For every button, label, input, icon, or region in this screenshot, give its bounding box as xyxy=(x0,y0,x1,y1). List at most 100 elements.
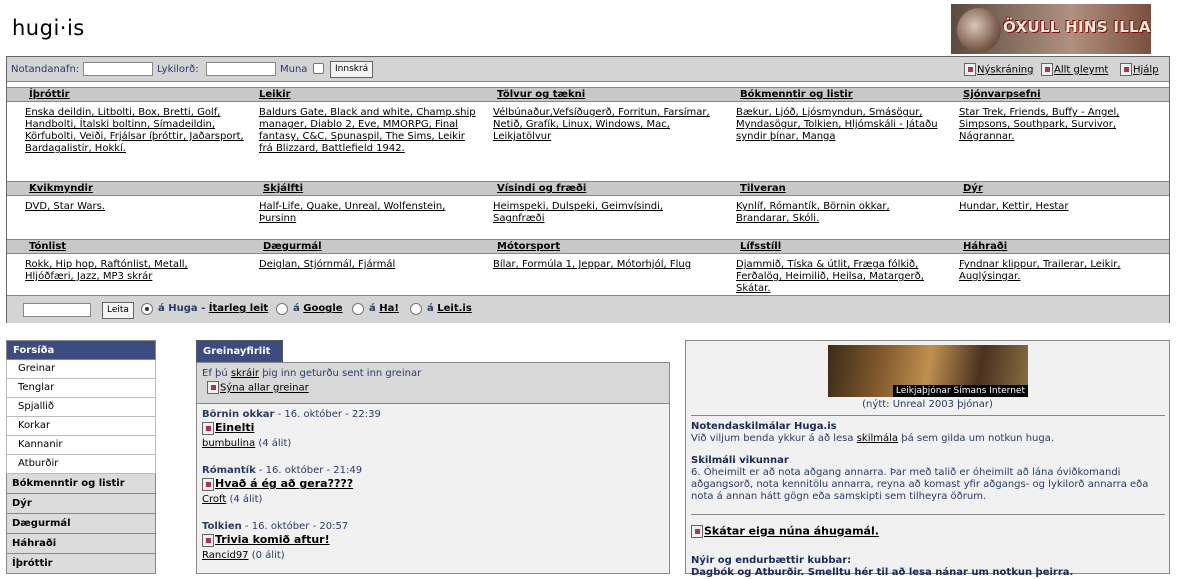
password-input[interactable] xyxy=(206,62,276,76)
article-title-link[interactable]: Einelti xyxy=(202,421,381,435)
banner-ad[interactable]: ÖXULL HINS ILLA xyxy=(951,4,1151,54)
article-icon xyxy=(202,421,214,435)
cat-links-hahradi[interactable]: Fyndnar klippur, Trailerar, Leikir, Augl… xyxy=(959,259,1164,283)
banner-face-image xyxy=(957,8,1001,52)
terms-link[interactable]: skilmála xyxy=(857,433,898,444)
blocks-text: Dagbók og Atburðir. Smelltu hér til að l… xyxy=(691,567,1074,578)
forgot-link[interactable]: Allt gleymt xyxy=(1041,63,1108,76)
cat-links-tilveran[interactable]: Kynlíf, Rómantík, Börnin okkar, Brandara… xyxy=(736,201,921,225)
sidebar-section-hahradi[interactable]: Háhraði xyxy=(6,534,156,554)
help-link[interactable]: Hjálp xyxy=(1120,63,1159,76)
cat-head-hahradi[interactable]: Háhraði xyxy=(963,241,1007,252)
register-link[interactable]: Nýskráning xyxy=(964,63,1033,76)
article-byline: Rancid97 (0 álit) xyxy=(202,549,285,561)
sidebar-section-bokmenntir[interactable]: Bókmenntir og listir xyxy=(6,474,156,494)
article-title-link[interactable]: Hvað á ég að gera???? xyxy=(202,477,362,491)
cat-head-tilveran[interactable]: Tilveran xyxy=(740,183,786,194)
cat-head-tonlist[interactable]: Tónlist xyxy=(29,241,66,252)
search-bar: Leita á Huga - Ítarleg leit á Google á H… xyxy=(7,295,1169,323)
sidebar-item-spjallid[interactable]: Spjallið xyxy=(6,398,156,417)
remember-label: Muna xyxy=(280,64,308,75)
article-author-link[interactable]: Croft xyxy=(202,494,226,505)
cat-links-tonlist[interactable]: Rokk, Hip hop, Raftónlist, Metall, Hljóð… xyxy=(25,259,225,283)
articles-panel: Ef þú skráir þig inn geturðu sent inn gr… xyxy=(196,362,670,574)
terms-title: Notendaskilmálar Huga.is xyxy=(691,421,837,432)
search-radio-huga[interactable] xyxy=(141,303,153,315)
news-icon xyxy=(691,525,703,538)
sidebar-section-daegurmal[interactable]: Dægurmál xyxy=(6,514,156,534)
sidebar-section-dyr[interactable]: Dýr xyxy=(6,494,156,514)
cat-links-motorsport[interactable]: Bílar, Formúla 1, Jeppar, Mótorhjól, Flu… xyxy=(493,259,723,271)
article-item: Tolkien - 16. október - 20:57 Trivia kom… xyxy=(202,521,348,561)
show-all-articles-link[interactable]: Sýna allar greinar xyxy=(207,381,664,396)
advanced-search-link[interactable]: Ítarleg leit xyxy=(209,303,268,314)
terms-block: Notendaskilmálar Huga.is Við viljum bend… xyxy=(691,421,1055,444)
cat-head-bokmenntir[interactable]: Bókmenntir og listir xyxy=(740,89,853,100)
cat-head-dyr[interactable]: Dýr xyxy=(963,183,983,194)
article-byline: Croft (4 álit) xyxy=(202,493,263,505)
cat-links-tolvur[interactable]: Vélbúnaður,Vefsíðugerð, Forritun, Farsím… xyxy=(493,107,723,143)
divider xyxy=(691,415,1165,416)
scouts-news-link[interactable]: Skátar eiga núna áhugamál. xyxy=(691,525,1161,538)
sidebar-item-korkar[interactable]: Korkar xyxy=(6,417,156,436)
sidebar-item-atburdir[interactable]: Atburðir xyxy=(6,455,156,474)
cat-links-kvikmyndir[interactable]: DVD, Star Wars. xyxy=(25,201,245,213)
cat-links-leikir[interactable]: Baldurs Gate, Black and white, Champ.shi… xyxy=(259,107,481,155)
cat-head-motorsport[interactable]: Mótorsport xyxy=(497,241,560,252)
search-radio-leitis[interactable] xyxy=(410,303,422,315)
sidebar-item-tenglar[interactable]: Tenglar xyxy=(6,379,156,398)
search-option-ha[interactable]: á Ha! xyxy=(369,303,399,314)
cat-links-sjonvarp[interactable]: Star Trek, Friends, Buffy - Angel, Simps… xyxy=(959,107,1164,143)
divider xyxy=(691,514,1165,515)
cat-links-dyr[interactable]: Hundar, Kettir, Hestar xyxy=(959,201,1164,213)
cat-links-visindi[interactable]: Heimspeki, Dulspeki, Geimvísindi, Sagnfr… xyxy=(493,201,683,225)
search-input[interactable] xyxy=(23,303,91,317)
search-option-google[interactable]: á Google xyxy=(293,303,343,314)
cat-head-visindi[interactable]: Vísindi og fræði xyxy=(497,183,586,194)
sidebar-item-greinar[interactable]: Greinar xyxy=(6,360,156,379)
cat-head-skjalfti[interactable]: Skjálfti xyxy=(263,183,303,194)
cat-links-skjalfti[interactable]: Half-Life, Quake, Unreal, Wolfenstein, Þ… xyxy=(259,201,481,225)
cat-links-ithrottir[interactable]: Enska deildin, Litbolti, Box, Bretti, Go… xyxy=(25,107,245,155)
cat-links-daegurmal[interactable]: Deiglan, Stjórnmál, Fjármál xyxy=(259,259,481,271)
cat-head-tolvur[interactable]: Tölvur og tækni xyxy=(497,89,585,100)
article-title-link[interactable]: Trivia komið aftur! xyxy=(202,533,348,547)
cat-links-bokmenntir[interactable]: Bækur, Ljóð, Ljósmyndun, Smásögur, Mynda… xyxy=(736,107,958,143)
cat-head-daegurmal[interactable]: Dægurmál xyxy=(263,241,322,252)
cat-head-ithrottir[interactable]: Íþróttir xyxy=(29,89,70,100)
search-option-huga[interactable]: á Huga - Ítarleg leit xyxy=(158,303,268,314)
search-option-leitis[interactable]: á Leit.is xyxy=(427,303,472,314)
article-icon xyxy=(202,477,214,491)
cat-links-lifsstill[interactable]: Djammið, Tíska & útlit, Fræga fólkið, Fe… xyxy=(736,259,951,295)
cat-head-kvikmyndir[interactable]: Kvikmyndir xyxy=(29,183,93,194)
sidebar-section-ithrottir[interactable]: Íþróttir xyxy=(6,554,156,574)
weekly-rule-title: Skilmáli vikunnar xyxy=(691,455,789,466)
search-radio-ha[interactable] xyxy=(352,303,364,315)
help-icon xyxy=(1120,63,1132,76)
category-header-row-3: Tónlist Dægurmál Mótorsport Lífsstíll Há… xyxy=(7,239,1169,254)
article-item: Rómantík - 16. október - 21:49 Hvað á ég… xyxy=(202,465,362,505)
blocks-title: Nýir og endurbættir kubbar: xyxy=(691,555,852,566)
password-label: Lykilorð: xyxy=(157,64,199,75)
articles-intro: Ef þú skráir þig inn geturðu sent inn gr… xyxy=(197,363,669,404)
article-author-link[interactable]: Rancid97 xyxy=(202,550,249,561)
site-logo[interactable]: hugi·is xyxy=(12,16,85,40)
article-author-link[interactable]: bumbulina xyxy=(202,438,255,449)
username-input[interactable] xyxy=(83,62,153,76)
sidebar-header-forsida[interactable]: Forsíða xyxy=(6,340,156,360)
article-icon xyxy=(202,533,214,547)
register-inline-link[interactable]: skráir xyxy=(231,368,259,379)
tab-greinayfirlit[interactable]: Greinayfirlit xyxy=(196,340,283,362)
articles-intro-text: Ef þú skráir þig inn geturðu sent inn gr… xyxy=(202,368,422,379)
game-servers-promo[interactable]: Leikjaþjónar Símans Internet xyxy=(828,345,1028,397)
login-button[interactable]: Innskrá xyxy=(330,61,374,78)
register-icon xyxy=(964,63,976,76)
search-button[interactable]: Leita xyxy=(102,302,134,319)
cat-head-sjonvarp[interactable]: Sjónvarpsefni xyxy=(963,89,1041,100)
cat-head-leikir[interactable]: Leikir xyxy=(259,89,291,100)
remember-checkbox[interactable] xyxy=(313,63,324,74)
search-radio-google[interactable] xyxy=(276,303,288,315)
sidebar-item-kannanir[interactable]: Kannanir xyxy=(6,436,156,455)
banner-text: ÖXULL HINS ILLA xyxy=(1003,18,1151,36)
cat-head-lifsstill[interactable]: Lífsstíll xyxy=(740,241,781,252)
